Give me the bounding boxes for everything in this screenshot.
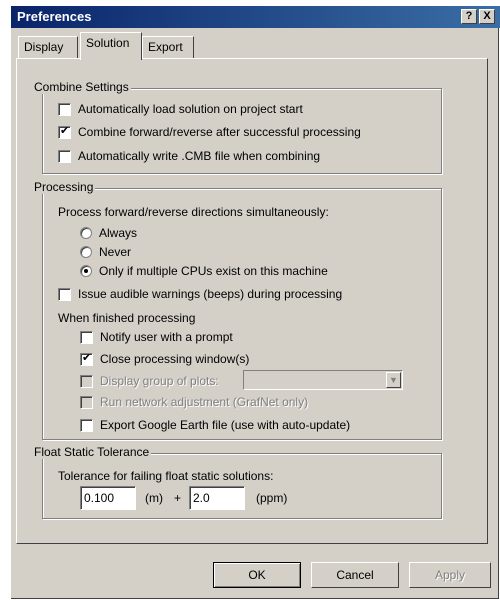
run-network-adjustment-checkbox[interactable] (80, 396, 93, 409)
radio-multiple-cpus[interactable] (80, 265, 92, 277)
plots-group-select[interactable]: ▼ (243, 370, 403, 390)
auto-write-cmb-checkbox[interactable] (58, 150, 71, 163)
cancel-button[interactable]: Cancel (311, 562, 399, 588)
close-processing-window-label: Close processing window(s) (100, 352, 250, 366)
radio-always[interactable] (80, 227, 92, 239)
auto-load-solution-checkbox[interactable] (58, 103, 71, 116)
audible-warnings-label: Issue audible warnings (beeps) during pr… (78, 287, 343, 301)
export-google-earth-checkbox[interactable] (80, 419, 93, 432)
directions-label: Process forward/reverse directions simul… (58, 205, 329, 219)
tab-display[interactable]: Display (18, 36, 78, 58)
tab-export[interactable]: Export (142, 36, 194, 58)
title-bar: Preferences ? X (11, 6, 500, 28)
radio-multiple-cpus-label: Only if multiple CPUs exist on this mach… (99, 264, 328, 278)
plus-sign: + (174, 491, 182, 505)
window-title: Preferences (17, 9, 92, 24)
notify-user-label: Notify user with a prompt (100, 330, 233, 344)
unit-m-label: (m) (145, 491, 163, 505)
display-plots-checkbox[interactable] (80, 375, 93, 388)
unit-ppm-label: (ppm) (256, 491, 288, 505)
chevron-down-icon[interactable]: ▼ (386, 372, 401, 388)
auto-load-solution-label: Automatically load solution on project s… (78, 102, 303, 116)
tab-solution[interactable]: Solution (80, 32, 142, 60)
radio-never-label: Never (99, 245, 132, 259)
auto-write-cmb-label: Automatically write .CMB file when combi… (78, 149, 321, 163)
apply-button[interactable]: Apply (409, 562, 491, 588)
tolerance-ppm-input[interactable] (189, 486, 245, 510)
tolerance-m-input[interactable] (80, 486, 136, 510)
combine-settings-legend: Combine Settings (32, 80, 131, 94)
when-finished-label: When finished processing (58, 311, 196, 325)
run-network-adjustment-label: Run network adjustment (GrafNet only) (100, 395, 309, 409)
notify-user-checkbox[interactable] (80, 331, 93, 344)
float-tolerance-label: Tolerance for failing float static solut… (58, 469, 274, 483)
display-plots-label: Display group of plots: (100, 374, 219, 388)
help-button[interactable]: ? (461, 9, 477, 24)
export-google-earth-label: Export Google Earth file (use with auto-… (100, 418, 351, 432)
combine-forward-reverse-checkbox[interactable] (58, 124, 71, 139)
close-button[interactable]: X (479, 9, 495, 24)
processing-legend: Processing (32, 180, 96, 194)
ok-button[interactable]: OK (213, 562, 301, 588)
audible-warnings-checkbox[interactable] (58, 288, 71, 301)
radio-never[interactable] (80, 246, 92, 258)
close-processing-window-checkbox[interactable] (80, 351, 93, 366)
radio-always-label: Always (99, 226, 138, 240)
combine-forward-reverse-label: Combine forward/reverse after successful… (78, 125, 361, 139)
float-static-tolerance-legend: Float Static Tolerance (32, 445, 152, 459)
